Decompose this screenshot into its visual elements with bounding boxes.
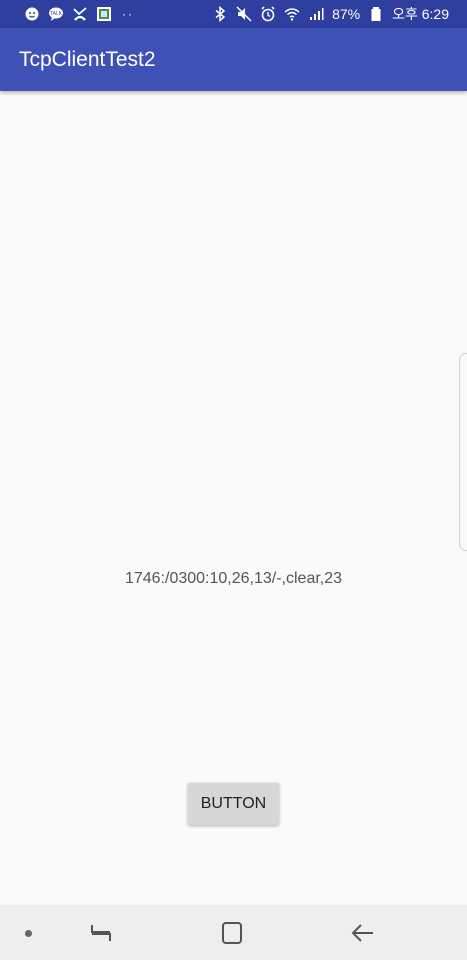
battery-percent: 87%: [332, 6, 361, 22]
bluetooth-icon: [212, 6, 228, 22]
signal-icon: [308, 6, 324, 22]
wifi-icon: [284, 6, 300, 22]
navigation-bar: [0, 905, 467, 960]
clock: 오후 6:29: [392, 6, 449, 22]
message-text: 1746:/0300:10,26,13/-,clear,23: [124, 570, 343, 587]
home-icon[interactable]: [219, 921, 245, 945]
status-bar-left: TALK ··: [24, 6, 134, 22]
alarm-icon: [260, 6, 276, 22]
main-button[interactable]: BUTTON: [188, 783, 279, 825]
overflow-dots: ··: [122, 7, 134, 21]
cloud-face-icon: [24, 6, 40, 22]
status-bar-right: 87% 오후 6:29: [212, 4, 449, 24]
status-bar: TALK ·· 87% 오후 6:29: [0, 0, 467, 28]
app-title: TcpClientTest2: [19, 47, 156, 71]
battery-icon: [368, 6, 384, 22]
main-content: 1746:/0300:10,26,13/-,clear,23 BUTTON: [0, 91, 467, 905]
svg-text:TALK: TALK: [50, 11, 63, 17]
missed-call-icon: [72, 6, 88, 22]
recent-apps-icon[interactable]: [88, 921, 114, 945]
app-bar: TcpClientTest2: [0, 28, 467, 91]
mute-icon: [236, 6, 252, 22]
edge-panel-handle[interactable]: [459, 353, 467, 551]
gallery-icon: [96, 6, 112, 22]
dot-icon[interactable]: [22, 927, 34, 939]
back-icon[interactable]: [349, 921, 377, 945]
talk-bubble-icon: TALK: [48, 6, 64, 22]
